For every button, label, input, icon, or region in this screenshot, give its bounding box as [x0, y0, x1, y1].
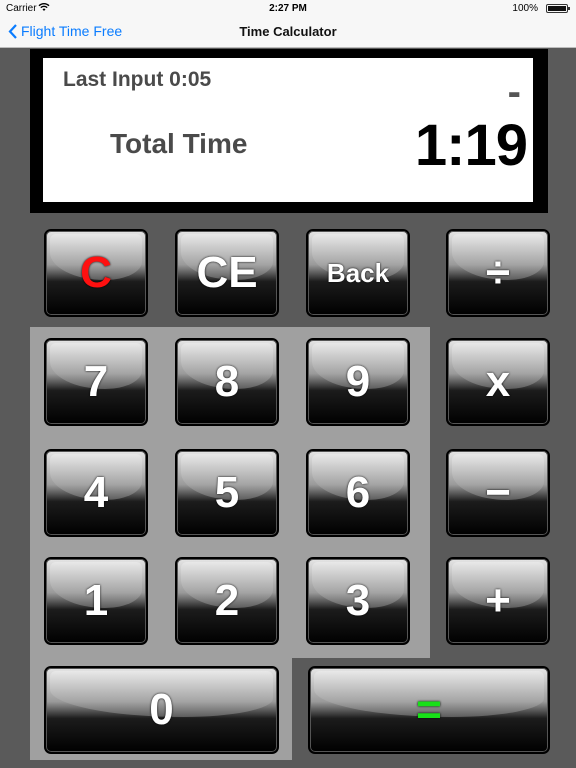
- digit-9-button[interactable]: 9: [306, 338, 410, 426]
- add-button[interactable]: +: [446, 557, 550, 645]
- digit-2-label: 2: [214, 576, 240, 625]
- digit-7-button[interactable]: 7: [44, 338, 148, 426]
- status-time: 2:27 PM: [269, 3, 307, 14]
- digit-1-label: 1: [83, 576, 109, 625]
- clear-button[interactable]: C: [44, 229, 148, 317]
- digit-6-label: 6: [345, 468, 371, 517]
- digit-3-label: 3: [345, 576, 371, 625]
- navigation-bar: Flight Time Free Time Calculator: [0, 18, 576, 48]
- operator-indicator: -: [507, 70, 521, 114]
- digit-6-button[interactable]: 6: [306, 449, 410, 537]
- clear-entry-button[interactable]: CE: [175, 229, 279, 317]
- multiply-button-label: x: [485, 357, 511, 406]
- digit-1-button[interactable]: 1: [44, 557, 148, 645]
- clear-entry-button-label: CE: [196, 248, 258, 297]
- total-time-label: Total Time: [110, 128, 248, 159]
- digit-9-label: 9: [345, 357, 371, 406]
- back-key-button[interactable]: Back: [306, 229, 410, 317]
- digit-0-button[interactable]: 0: [44, 666, 279, 754]
- equals-button[interactable]: =: [308, 666, 550, 754]
- battery-percent: 100%: [512, 3, 538, 14]
- status-bar: Carrier 2:27 PM 100%: [0, 0, 576, 18]
- calculator-display: Last Input 0:05 - Total Time 1:19: [43, 58, 533, 202]
- last-input-label: Last Input 0:05: [63, 68, 212, 91]
- digit-4-label: 4: [83, 468, 109, 517]
- digit-0-label: 0: [149, 685, 174, 734]
- divide-button[interactable]: ÷: [446, 229, 550, 317]
- multiply-button[interactable]: x: [446, 338, 550, 426]
- page-title: Time Calculator: [239, 24, 337, 39]
- digit-5-label: 5: [214, 468, 240, 517]
- subtract-button-label: −: [485, 468, 511, 517]
- equals-button-label: =: [416, 685, 442, 734]
- divide-button-label: ÷: [485, 248, 511, 297]
- digit-7-label: 7: [83, 357, 109, 406]
- digit-3-button[interactable]: 3: [306, 557, 410, 645]
- subtract-button[interactable]: −: [446, 449, 550, 537]
- battery-icon: [546, 4, 570, 13]
- total-time-value: 1:19: [414, 113, 528, 178]
- digit-5-button[interactable]: 5: [175, 449, 279, 537]
- back-key-label: Back: [326, 257, 390, 288]
- add-button-label: +: [485, 576, 511, 625]
- digit-8-button[interactable]: 8: [175, 338, 279, 426]
- digit-8-label: 8: [214, 357, 240, 406]
- digit-4-button[interactable]: 4: [44, 449, 148, 537]
- digit-2-button[interactable]: 2: [175, 557, 279, 645]
- clear-button-label: C: [80, 248, 112, 297]
